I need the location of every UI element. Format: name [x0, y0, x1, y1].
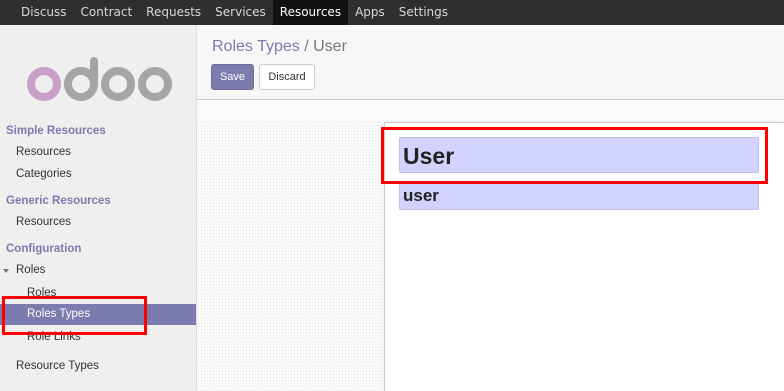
discard-button[interactable]: Discard: [259, 64, 315, 90]
sidebar-item-roles-types: Roles Types: [27, 308, 91, 320]
breadcrumb-current: User: [313, 38, 347, 55]
menu-settings[interactable]: Settings: [392, 0, 455, 25]
code-field[interactable]: user: [399, 181, 759, 210]
save-button[interactable]: Save: [211, 64, 254, 90]
breadcrumb: Roles Types / User: [212, 38, 347, 56]
menu-contract[interactable]: Contract: [74, 0, 140, 25]
background-pattern: [197, 121, 384, 391]
sidebar-item-roles-types-row[interactable]: Roles Types: [0, 304, 196, 325]
sidebar: odoo Simple Resources Resources Categori…: [0, 25, 197, 391]
top-menu-bar: Discuss Contract Requests Services Resou…: [0, 0, 784, 25]
caret-down-icon[interactable]: [3, 269, 9, 273]
sidebar-item-role-links[interactable]: Role Links: [27, 331, 81, 343]
top-menu: Discuss Contract Requests Services Resou…: [0, 0, 784, 25]
section-configuration: Configuration: [6, 243, 82, 255]
sidebar-item-categories[interactable]: Categories: [16, 168, 72, 180]
section-generic-resources: Generic Resources: [6, 195, 111, 207]
sidebar-item-roles[interactable]: Roles: [27, 287, 56, 299]
breadcrumb-separator: /: [304, 38, 309, 55]
sidebar-item-generic-resources[interactable]: Resources: [16, 216, 71, 228]
odoo-logo[interactable]: odoo: [18, 55, 178, 105]
menu-discuss[interactable]: Discuss: [14, 0, 74, 25]
menu-apps[interactable]: Apps: [348, 0, 392, 25]
name-field[interactable]: User: [399, 137, 759, 173]
sidebar-item-resource-types[interactable]: Resource Types: [16, 360, 99, 372]
section-simple-resources: Simple Resources: [6, 125, 106, 137]
sidebar-item-simple-resources[interactable]: Resources: [16, 146, 71, 158]
menu-services[interactable]: Services: [208, 0, 273, 25]
sidebar-item-roles-group[interactable]: Roles: [16, 264, 45, 276]
menu-resources[interactable]: Resources: [272, 0, 349, 25]
control-panel: Roles Types / User Save Discard: [197, 25, 784, 100]
breadcrumb-parent[interactable]: Roles Types: [212, 38, 300, 55]
menu-requests[interactable]: Requests: [139, 0, 208, 25]
